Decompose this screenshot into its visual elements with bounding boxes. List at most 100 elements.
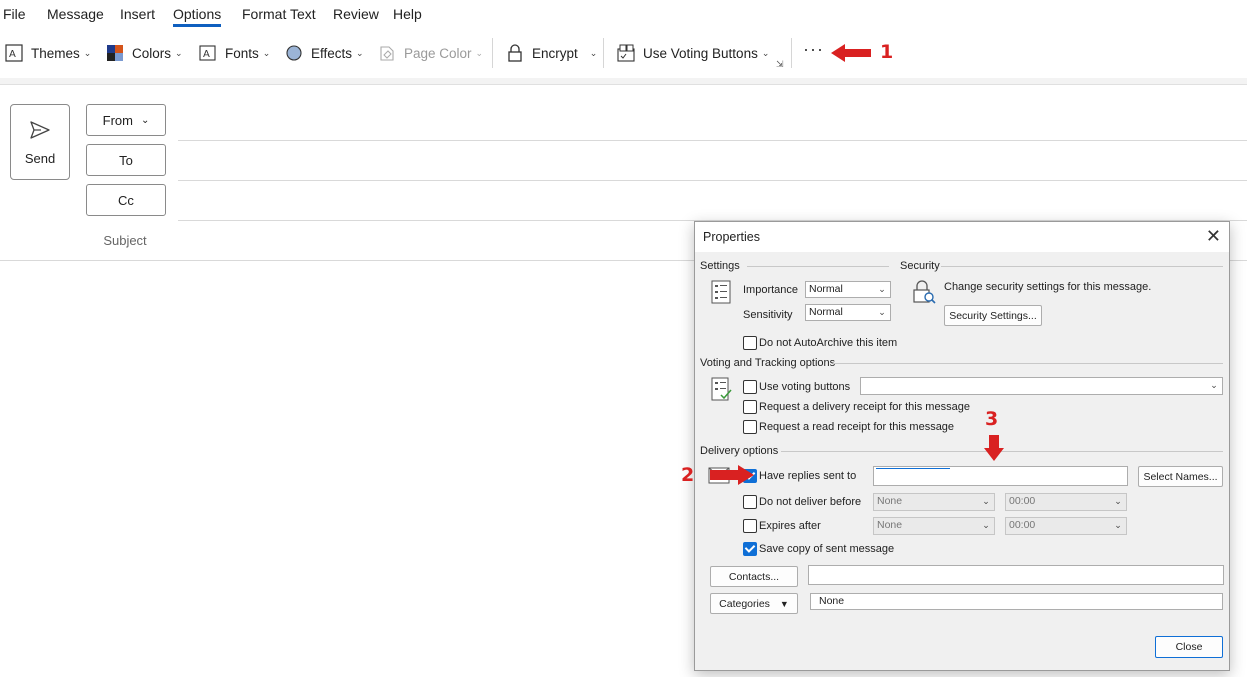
deliver-time-select[interactable]: 00:00 ⌄ <box>1005 493 1127 511</box>
annotation-arrow-down-icon <box>984 435 1004 461</box>
deliver-date-select[interactable]: None ⌄ <box>873 493 995 511</box>
menu-format-text[interactable]: Format Text <box>242 6 316 22</box>
importance-select[interactable]: Normal ⌄ <box>805 281 891 298</box>
active-tab-indicator <box>173 24 221 27</box>
deliver-date-value: None <box>877 495 903 507</box>
ribbon-separator <box>791 38 792 68</box>
fonts-label: Fonts <box>225 45 259 61</box>
lock-icon <box>506 44 524 62</box>
settings-heading: Settings <box>700 260 740 272</box>
do-not-deliver-checkbox[interactable] <box>743 495 757 509</box>
menu-review[interactable]: Review <box>333 6 379 22</box>
chevron-down-icon: ⌄ <box>175 47 183 58</box>
page-color-button[interactable]: Page Color ⌄ <box>378 43 483 63</box>
categories-button[interactable]: Categories ▼ <box>710 593 798 614</box>
sensitivity-value: Normal <box>809 306 843 318</box>
chevron-down-icon: ⌄ <box>475 47 484 58</box>
from-label: From <box>102 112 133 128</box>
save-copy-checkbox[interactable] <box>743 542 757 556</box>
ribbon-separator <box>492 38 493 68</box>
dialog-title: Properties <box>703 230 760 244</box>
colors-icon <box>106 44 124 62</box>
section-divider <box>833 363 1223 364</box>
expires-date-value: None <box>877 519 903 531</box>
use-voting-checkbox[interactable] <box>743 380 757 394</box>
more-options-button[interactable]: ··· <box>803 39 824 60</box>
annotation-arrow-left-icon <box>831 44 871 62</box>
voting-list-icon <box>711 377 732 401</box>
expires-time-select[interactable]: 00:00 ⌄ <box>1005 517 1127 535</box>
to-label: To <box>119 152 133 168</box>
contacts-button[interactable]: Contacts... <box>710 566 798 587</box>
themes-button[interactable]: A Themes ⌄ <box>5 43 91 63</box>
security-settings-button[interactable]: Security Settings... <box>944 305 1042 326</box>
categories-input[interactable]: None <box>810 593 1223 610</box>
properties-dialog: Properties ✕ Settings Importance Normal … <box>694 221 1230 671</box>
close-button[interactable]: Close <box>1155 636 1223 658</box>
effects-button[interactable]: Effects ⌄ <box>285 43 364 63</box>
autoarchive-checkbox[interactable] <box>743 336 757 350</box>
dialog-launcher-icon[interactable]: ⇲ <box>776 59 784 70</box>
section-divider <box>941 266 1223 267</box>
chevron-down-icon: ⌄ <box>878 284 886 294</box>
chevron-down-icon: ⌄ <box>262 47 271 58</box>
fonts-button[interactable]: A Fonts ⌄ <box>199 43 270 63</box>
themes-icon: A <box>5 44 23 62</box>
expires-after-checkbox[interactable] <box>743 519 757 533</box>
ribbon: A Themes ⌄ Colors ⌄ A Fonts ⌄ Effects ⌄ Page… <box>0 28 1247 79</box>
page-color-label: Page Color <box>404 45 472 61</box>
voting-options-select[interactable]: ⌄ <box>860 377 1223 395</box>
menu-message[interactable]: Message <box>47 6 104 22</box>
menu-insert[interactable]: Insert <box>120 6 155 22</box>
delivery-heading: Delivery options <box>700 445 779 457</box>
from-button[interactable]: From ⌄ <box>86 104 166 136</box>
effects-label: Effects <box>311 45 353 61</box>
security-description: Change security settings for this messag… <box>944 281 1152 293</box>
send-label: Send <box>24 151 56 166</box>
dialog-titlebar: Properties ✕ <box>695 222 1229 252</box>
send-button[interactable]: Send <box>10 104 70 180</box>
read-receipt-checkbox[interactable] <box>743 420 757 434</box>
use-voting-label: Use voting buttons <box>759 381 851 393</box>
expires-date-select[interactable]: None ⌄ <box>873 517 995 535</box>
voting-buttons-button[interactable]: Use Voting Buttons ⌄ <box>617 43 769 63</box>
annotation-number-3: 3 <box>985 408 999 430</box>
encrypt-button[interactable]: Encrypt ⌄ <box>506 43 597 63</box>
cc-button[interactable]: Cc <box>86 184 166 216</box>
menu-file[interactable]: File <box>3 6 26 22</box>
chevron-down-icon: ⌄ <box>140 114 150 126</box>
themes-label: Themes <box>31 45 80 61</box>
chevron-down-icon: ⌄ <box>878 307 886 317</box>
autoarchive-label: Do not AutoArchive this item <box>759 337 898 349</box>
field-divider <box>178 180 1247 181</box>
chevron-down-icon: ⌄ <box>1114 520 1122 530</box>
sensitivity-select[interactable]: Normal ⌄ <box>805 304 891 321</box>
chevron-down-icon: ⌄ <box>1210 380 1218 390</box>
chevron-down-icon: ⌄ <box>761 47 770 58</box>
subject-label: Subject <box>103 233 147 248</box>
annotation-number-2: 2 <box>681 464 695 486</box>
delivery-receipt-checkbox[interactable] <box>743 400 757 414</box>
menu-help[interactable]: Help <box>393 6 422 22</box>
expires-after-label: Expires after <box>759 520 821 532</box>
replies-to-input[interactable] <box>873 466 1128 486</box>
menu-options[interactable]: Options <box>173 6 221 22</box>
colors-label: Colors <box>132 45 172 61</box>
svg-text:A: A <box>9 49 16 60</box>
select-names-button[interactable]: Select Names... <box>1138 466 1223 487</box>
chevron-down-icon: ⌄ <box>83 47 92 58</box>
colors-button[interactable]: Colors ⌄ <box>106 43 183 63</box>
svg-text:A: A <box>203 49 210 60</box>
annotation-arrow-right-icon <box>710 465 754 485</box>
ribbon-separator <box>603 38 604 68</box>
categories-label: Categories <box>719 597 770 610</box>
expires-time-value: 00:00 <box>1009 519 1036 531</box>
security-heading: Security <box>900 260 940 272</box>
close-icon[interactable]: ✕ <box>1206 226 1221 247</box>
contacts-input[interactable] <box>808 565 1224 585</box>
triangle-down-icon: ▼ <box>779 598 789 609</box>
sensitivity-label: Sensitivity <box>743 309 793 321</box>
voting-label: Use Voting Buttons <box>643 45 758 61</box>
voting-icon <box>617 44 635 62</box>
to-button[interactable]: To <box>86 144 166 176</box>
